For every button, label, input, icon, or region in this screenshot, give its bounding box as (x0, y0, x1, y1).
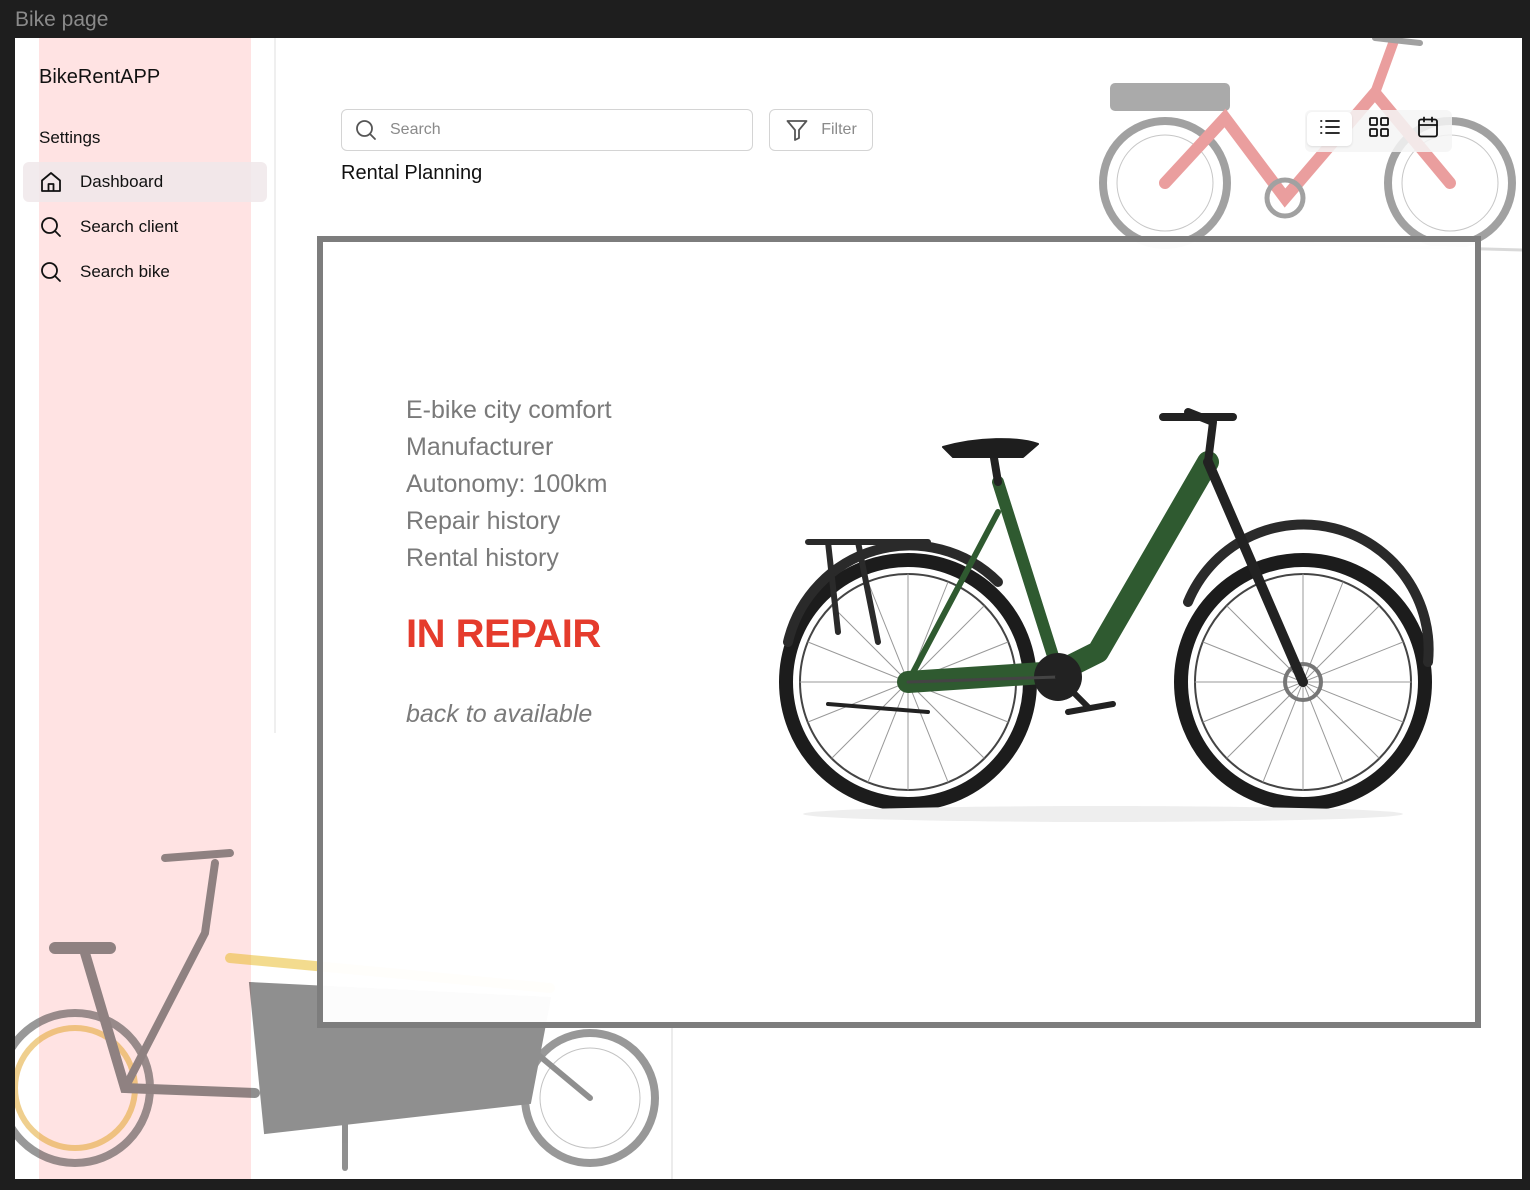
bike-detail-card: E-bike city comfort Manufacturer Autonom… (317, 236, 1481, 1028)
calendar-view-icon (1416, 115, 1440, 144)
home-icon (39, 170, 63, 194)
rental-history-link[interactable]: Rental history (406, 540, 612, 577)
bike-details: E-bike city comfort Manufacturer Autonom… (406, 392, 612, 577)
sidebar-item-label: Dashboard (80, 172, 164, 191)
search-input[interactable] (388, 120, 722, 140)
bike-page-frame: BikeRentAPP Settings Dashboard Search cl… (15, 38, 1522, 1179)
bike-model-name: E-bike city comfort (406, 396, 612, 424)
list-view-button[interactable] (1307, 112, 1352, 146)
sidebar-item-label: Search client (80, 217, 179, 236)
search-icon (39, 260, 63, 284)
calendar-view-button[interactable] (1405, 112, 1450, 146)
search-icon (354, 118, 378, 142)
grid-view-button[interactable] (1356, 112, 1401, 146)
search-field[interactable] (341, 109, 753, 151)
filter-button-label: Filter (821, 121, 857, 138)
bike-image (779, 408, 1434, 822)
background-bike-top-image (1093, 38, 1522, 252)
page-title: Rental Planning (341, 162, 483, 184)
grid-view-icon (1367, 115, 1391, 144)
sidebar-item-dashboard[interactable]: Dashboard (23, 162, 267, 202)
bike-manufacturer: Manufacturer (406, 433, 554, 461)
back-to-available-button[interactable]: back to available (406, 700, 592, 729)
bike-autonomy: Autonomy: 100km (406, 470, 608, 498)
status-badge: IN REPAIR (406, 612, 601, 656)
repair-history-link[interactable]: Repair history (406, 503, 612, 540)
app-title: BikeRentAPP (39, 66, 161, 88)
sidebar-item-search-client[interactable]: Search client (23, 207, 267, 247)
view-toggle (1305, 110, 1452, 152)
frame-label: Bike page (15, 8, 109, 31)
sidebar-divider (274, 38, 276, 733)
search-icon (39, 215, 63, 239)
list-view-icon (1318, 115, 1342, 144)
filter-icon (785, 118, 809, 142)
filter-button[interactable]: Filter (769, 109, 873, 151)
sidebar-item-search-bike[interactable]: Search bike (23, 252, 267, 292)
sidebar-nav: Dashboard Search client Search bike (23, 162, 267, 297)
settings-section-label[interactable]: Settings (39, 128, 100, 148)
sidebar-item-label: Search bike (80, 262, 170, 281)
